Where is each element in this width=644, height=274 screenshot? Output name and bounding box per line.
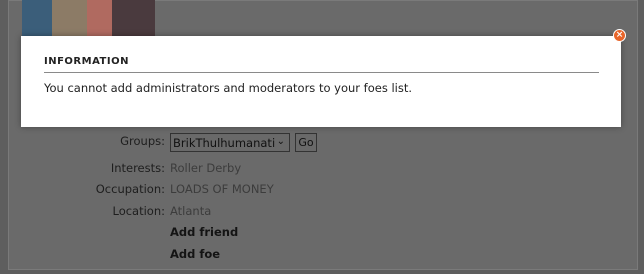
groups-row: Groups: BrikThulhumanati ⌄ Go xyxy=(0,128,644,152)
interests-row: Interests: Roller Derby xyxy=(0,157,644,177)
information-dialog: INFORMATION You cannot add administrator… xyxy=(21,36,621,127)
dialog-message: You cannot add administrators and modera… xyxy=(44,81,413,95)
dialog-divider xyxy=(44,72,599,73)
location-value: Atlanta xyxy=(170,204,212,218)
add-foe-link[interactable]: Add foe xyxy=(170,247,220,261)
location-label: Location: xyxy=(112,204,165,218)
chevron-down-icon: ⌄ xyxy=(276,136,285,147)
groups-label: Groups: xyxy=(120,134,165,148)
interests-label: Interests: xyxy=(110,161,165,175)
go-button[interactable]: Go xyxy=(295,133,317,152)
add-foe-row: Add foe xyxy=(0,243,644,263)
dialog-title: INFORMATION xyxy=(44,56,129,67)
groups-selected-value: BrikThulhumanati xyxy=(173,136,276,150)
location-row: Location: Atlanta xyxy=(0,200,644,220)
add-friend-row: Add friend xyxy=(0,221,644,241)
close-icon[interactable]: × xyxy=(613,29,626,42)
occupation-label: Occupation: xyxy=(95,182,165,196)
occupation-value: LOADS OF MONEY xyxy=(170,182,274,196)
groups-select[interactable]: BrikThulhumanati ⌄ xyxy=(170,133,290,152)
add-friend-link[interactable]: Add friend xyxy=(170,225,238,239)
avatar xyxy=(22,0,155,40)
occupation-row: Occupation: LOADS OF MONEY xyxy=(0,178,644,198)
interests-value: Roller Derby xyxy=(170,161,242,175)
